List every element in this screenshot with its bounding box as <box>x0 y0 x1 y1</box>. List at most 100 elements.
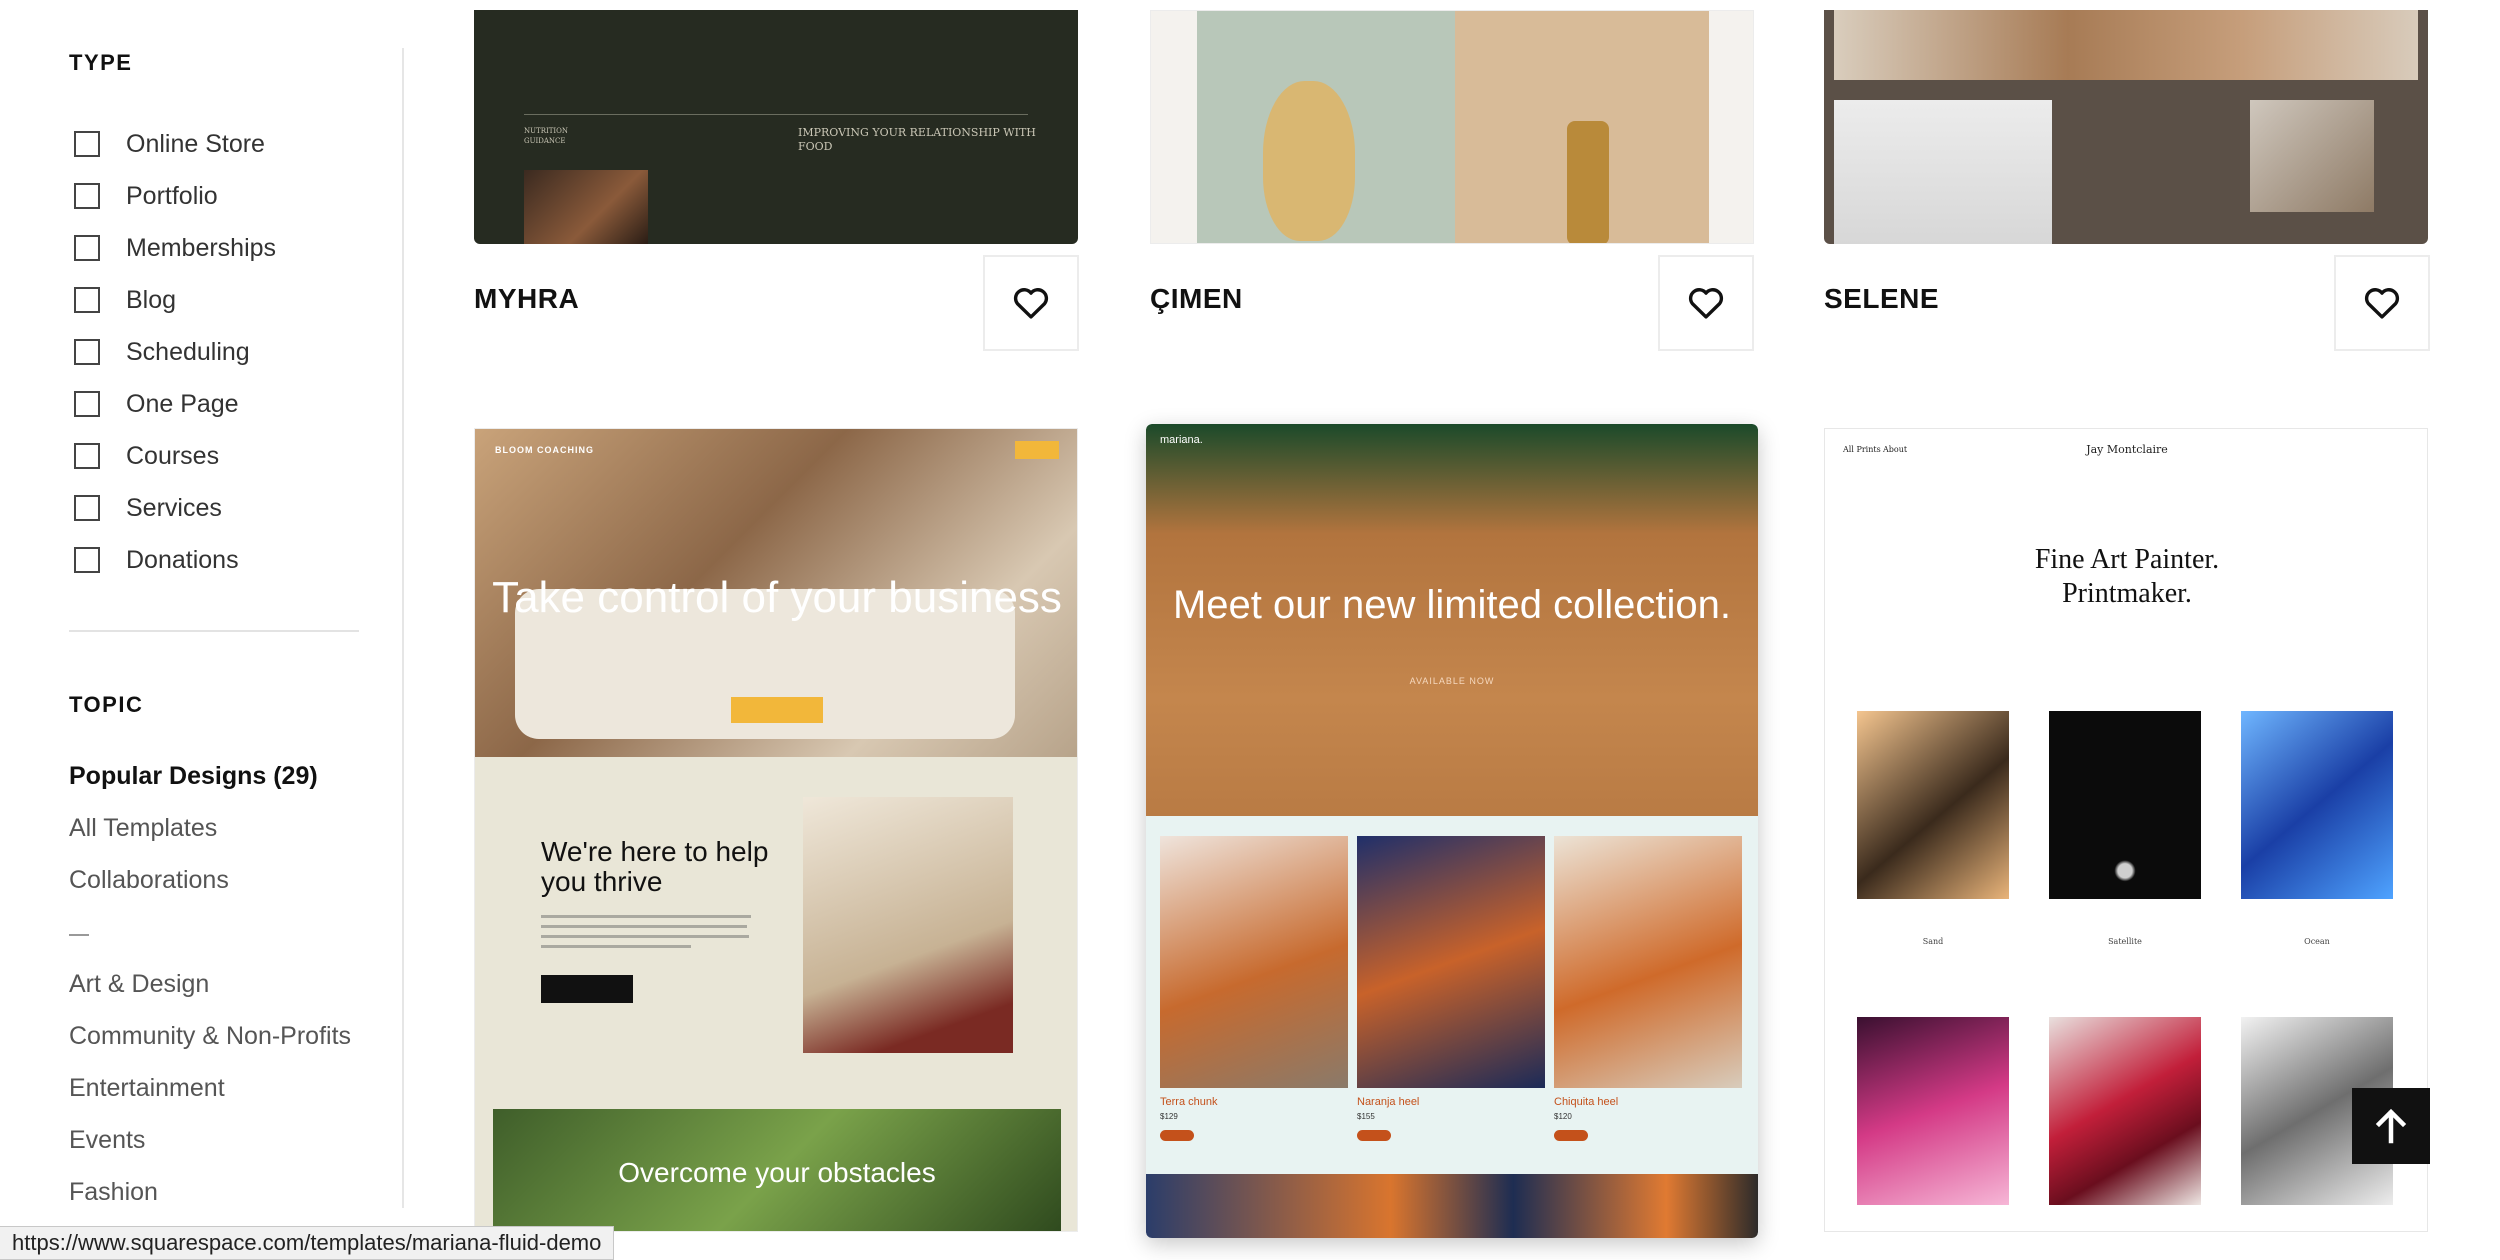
preview-nav-button <box>1015 441 1059 459</box>
topic-collaborations[interactable]: Collaborations <box>69 854 351 906</box>
template-preview-myhra[interactable]: NUTRITION GUIDANCE IMPROVING YOUR RELATI… <box>474 10 1078 244</box>
preview-text-line <box>541 915 751 918</box>
scroll-to-top-button[interactable] <box>2352 1088 2430 1164</box>
product-name: Naranja heel <box>1357 1096 1420 1108</box>
preview-brand: BLOOM COACHING <box>495 445 594 455</box>
preview-photo <box>1455 11 1709 243</box>
checkbox[interactable] <box>74 235 100 261</box>
template-preview-bloom-coaching[interactable]: BLOOM COACHING Take control of your busi… <box>474 428 1078 1232</box>
template-preview-selene[interactable] <box>1824 10 2428 244</box>
filter-portfolio[interactable]: Portfolio <box>74 170 276 222</box>
filter-memberships[interactable]: Memberships <box>74 222 276 274</box>
filter-scheduling[interactable]: Scheduling <box>74 326 276 378</box>
checkbox[interactable] <box>74 443 100 469</box>
favorite-button-selene[interactable] <box>2334 255 2430 351</box>
preview-cta <box>731 697 823 723</box>
hero-image: mariana. Meet our new limited collection… <box>1146 424 1758 816</box>
gourd-image <box>1263 81 1355 241</box>
checkbox[interactable] <box>74 339 100 365</box>
preview-heading-line: Printmaker. <box>2062 578 2192 609</box>
preview-photo <box>1197 11 1455 243</box>
preview-photo <box>1146 1174 1758 1238</box>
filter-services[interactable]: Services <box>74 482 276 534</box>
template-title-selene[interactable]: SELENE <box>1824 283 1939 315</box>
topic-popular-designs[interactable]: Popular Designs (29) <box>69 750 351 802</box>
template-preview-cimen[interactable] <box>1150 10 1754 244</box>
artwork-caption: Sand <box>1922 937 1944 946</box>
artwork-image <box>1857 711 2009 899</box>
shop-button <box>1357 1130 1391 1141</box>
artwork-caption: Satellite <box>2108 937 2142 946</box>
preview-photo <box>524 170 648 244</box>
filter-donations[interactable]: Donations <box>74 534 276 586</box>
preview-photo <box>2250 100 2374 212</box>
template-preview-jay-montclaire[interactable]: All Prints About Jay Montclaire Fine Art… <box>1824 428 2428 1232</box>
product-image <box>1554 836 1742 1088</box>
preview-brand: Jay Montclaire <box>2086 443 2168 456</box>
product-name: Chiquita heel <box>1554 1096 1619 1108</box>
checkbox[interactable] <box>74 131 100 157</box>
topic-art-design[interactable]: Art & Design <box>69 958 351 1010</box>
artwork-image <box>2049 711 2201 899</box>
preview-text-line <box>541 945 691 948</box>
filter-label: Blog <box>126 285 177 314</box>
topic-community-non-profits[interactable]: Community & Non-Profits <box>69 1010 351 1062</box>
checkbox[interactable] <box>74 287 100 313</box>
preview-section-title: Overcome your obstacles <box>618 1157 936 1188</box>
preview-heading-line: Fine Art Painter. <box>2034 544 2220 575</box>
template-preview-mariana[interactable]: mariana. Meet our new limited collection… <box>1146 424 1758 1238</box>
checkbox[interactable] <box>74 183 100 209</box>
preview-hero-title: Meet our new limited collection. <box>1172 583 1732 627</box>
filter-one-page[interactable]: One Page <box>74 378 276 430</box>
topic-all-templates[interactable]: All Templates <box>69 802 351 854</box>
preview-button <box>541 975 633 1003</box>
shop-button <box>1160 1130 1194 1141</box>
preview-photo <box>1834 10 2418 80</box>
topic-heading: TOPIC <box>69 692 144 717</box>
filter-label: Scheduling <box>126 337 250 366</box>
separator-dash <box>69 934 89 936</box>
preview-divider <box>524 114 1028 115</box>
favorite-button-cimen[interactable] <box>1658 255 1754 351</box>
product-price: $120 <box>1554 1112 1572 1121</box>
preview-heading: Fine Art Painter. Printmaker. <box>1825 543 2427 611</box>
topic-fashion[interactable]: Fashion <box>69 1166 351 1218</box>
preview-hero-sub: AVAILABLE NOW <box>1409 676 1495 686</box>
favorite-button-myhra[interactable] <box>983 255 1079 351</box>
checkbox[interactable] <box>74 391 100 417</box>
product-price: $129 <box>1160 1112 1178 1121</box>
filter-blog[interactable]: Blog <box>74 274 276 326</box>
product-image <box>1160 836 1348 1088</box>
vase-image <box>1567 121 1609 243</box>
filter-label: Services <box>126 493 222 522</box>
preview-photo <box>1834 100 2052 244</box>
filter-online-store[interactable]: Online Store <box>74 118 276 170</box>
template-title-myhra[interactable]: MYHRA <box>474 283 579 315</box>
filter-label: Donations <box>126 545 239 574</box>
topic-entertainment[interactable]: Entertainment <box>69 1062 351 1114</box>
template-title-cimen[interactable]: ÇIMEN <box>1150 283 1243 315</box>
shop-button <box>1554 1130 1588 1141</box>
filter-label: Memberships <box>126 233 277 262</box>
filter-label: Portfolio <box>126 181 218 210</box>
preview-heading: IMPROVING YOUR RELATIONSHIP WITH FOOD <box>798 126 1036 153</box>
arrow-up-icon <box>2375 1108 2407 1144</box>
preview-text-line <box>541 925 747 928</box>
status-bar-url: https://www.squarespace.com/templates/ma… <box>0 1226 615 1260</box>
filter-label: One Page <box>126 389 239 418</box>
hero-image: BLOOM COACHING Take control of your busi… <box>475 429 1077 757</box>
sidebar-divider <box>69 630 359 632</box>
product-name: Terra chunk <box>1160 1096 1218 1108</box>
artwork-image <box>1857 1017 2009 1205</box>
filter-label: Courses <box>126 441 220 470</box>
filter-label: Online Store <box>126 129 265 158</box>
topic-events[interactable]: Events <box>69 1114 351 1166</box>
filter-courses[interactable]: Courses <box>74 430 276 482</box>
checkbox[interactable] <box>74 547 100 573</box>
heart-icon <box>1688 288 1724 319</box>
topic-filter-list: Popular Designs (29) All Templates Colla… <box>69 750 351 1218</box>
checkbox[interactable] <box>74 495 100 521</box>
preview-text-line <box>541 935 749 938</box>
product-price: $155 <box>1357 1112 1375 1121</box>
preview-subhead: We're here to help you thrive <box>541 836 769 897</box>
